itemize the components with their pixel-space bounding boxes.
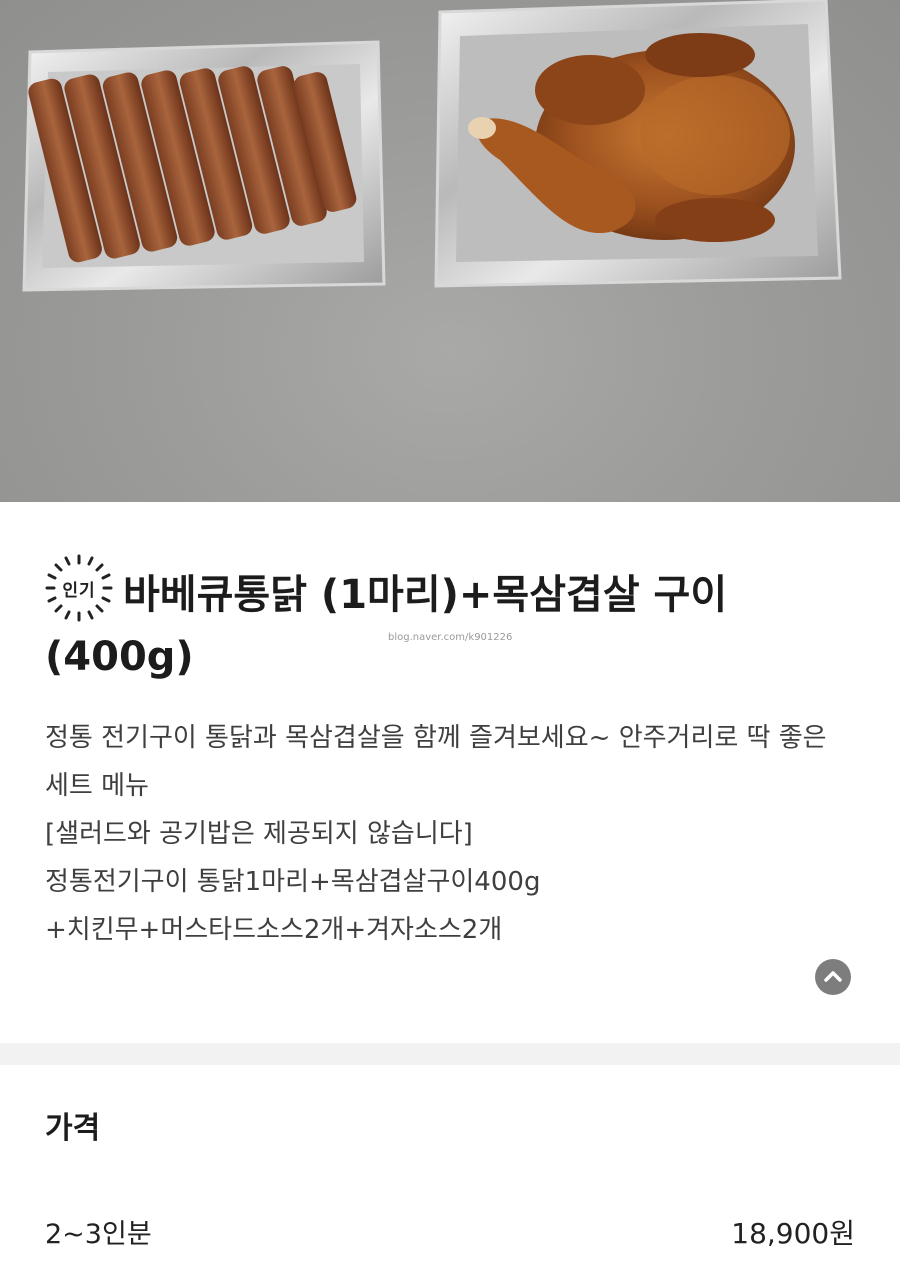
- price-heading: 가격: [45, 1111, 101, 1146]
- description-line: 정통 전기구이 통닭과 목삼겹살을 함께 즐겨보세요~ 안주거리로 딱 좋은: [45, 723, 827, 753]
- serving-size: 2~3인분: [45, 1219, 152, 1250]
- section-divider: [0, 1043, 900, 1065]
- watermark: blog.naver.com/k901226: [388, 632, 513, 643]
- description-line: 정통전기구이 통닭1마리+목삼겹살구이400g: [45, 867, 541, 897]
- description-line: +치킨무+머스타드소스2개+겨자소스2개: [45, 915, 503, 945]
- menu-title-weight: (400g): [45, 634, 194, 680]
- menu-description: 정통 전기구이 통닭과 목삼겹살을 함께 즐겨보세요~ 안주거리로 딱 좋은 세…: [45, 714, 855, 954]
- food-photo-illustration: [22, 0, 842, 292]
- menu-title: 바베큐통닭 (1마리)+목삼겹살 구이: [123, 572, 728, 618]
- badge-label: 인기: [62, 581, 96, 601]
- scroll-top-button[interactable]: [815, 959, 851, 995]
- price-amount: 18,900원: [731, 1217, 855, 1250]
- description-line: 세트 메뉴: [45, 771, 149, 801]
- popular-badge: 인기: [45, 554, 113, 622]
- price-row: 2~3인분 18,900원: [45, 1212, 855, 1252]
- menu-photo: [0, 0, 900, 502]
- chevron-up-icon: [824, 971, 842, 982]
- description-line: [샐러드와 공기밥은 제공되지 않습니다]: [45, 819, 473, 849]
